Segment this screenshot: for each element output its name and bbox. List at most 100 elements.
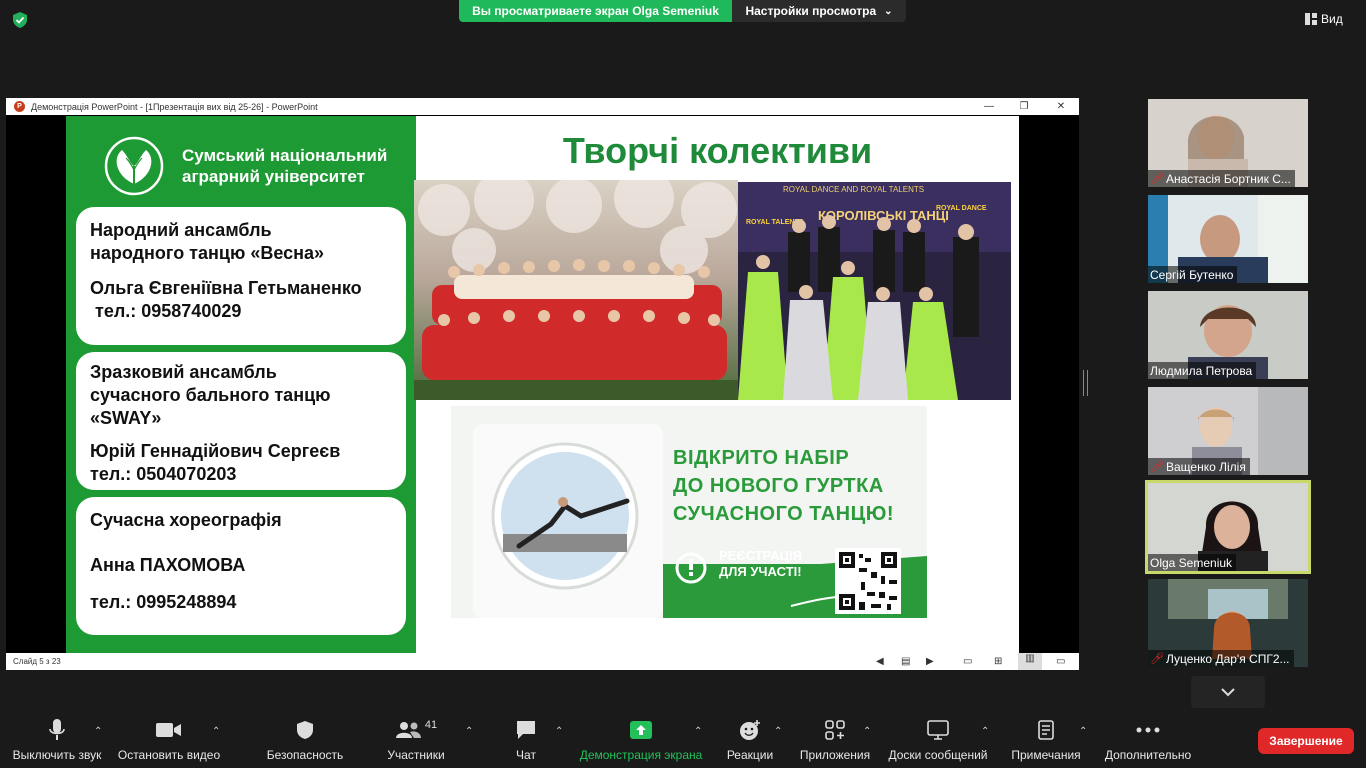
banner-registration-line: ДЛЯ УЧАСТІ! xyxy=(719,564,802,579)
banner-headline-line: ВІДКРИТО НАБІР xyxy=(673,447,850,469)
participants-count: 41 xyxy=(424,719,438,731)
whiteboards-label: Доски сообщений xyxy=(888,748,988,762)
participant-name-label: Сергій Бутенко xyxy=(1150,267,1234,282)
participant-name: Людмила Петрова xyxy=(1148,362,1257,379)
prev-slide-icon[interactable]: ◀ xyxy=(876,656,884,667)
notes-icon xyxy=(1038,720,1054,740)
university-name: Сумський національний аграрний університ… xyxy=(182,145,387,187)
notes-button[interactable]: Примечания xyxy=(1008,712,1084,768)
meeting-toolbar: Выключить звук ⌃ Остановить видео ⌃ Безо… xyxy=(0,712,1366,768)
ensemble-card-modern: Сучасна хореографія Анна ПАХОМОВА тел.: … xyxy=(76,497,406,635)
banner-headline-line: ДО НОВОГО ГУРТКА xyxy=(673,475,884,497)
participants-button[interactable]: 41 Участники xyxy=(384,712,448,768)
close-icon[interactable]: ✕ xyxy=(1046,98,1076,115)
slide-title: Творчі колективи xyxy=(562,130,873,171)
participant-name: 🎤︎ Луценко Дар'я СПГ2... xyxy=(1148,650,1294,667)
microphone-icon xyxy=(49,719,65,740)
chat-button[interactable]: Чат xyxy=(506,712,546,768)
slide-sorter-icon[interactable]: ⊞ xyxy=(994,656,1002,667)
more-dots-icon xyxy=(1136,727,1160,733)
card-phone: тел.: 0504070203 xyxy=(90,464,237,484)
card-title-line: «SWAY» xyxy=(90,408,162,428)
next-slide-icon[interactable]: ▶ xyxy=(926,656,934,667)
card-person: Анна ПАХОМОВА xyxy=(90,555,246,575)
reactions-button[interactable]: Реакции xyxy=(724,712,776,768)
security-button[interactable]: Безопасность xyxy=(262,712,348,768)
view-settings-label: Настройки просмотра xyxy=(745,4,877,18)
participant-tile[interactable]: 🎤︎ Анастасія Бортник С... xyxy=(1148,99,1308,187)
share-screen-button[interactable]: Демонстрация экрана xyxy=(578,712,704,768)
reactions-options-caret-icon[interactable]: ⌃ xyxy=(774,726,782,737)
university-ginkgo-logo xyxy=(104,136,164,196)
video-options-caret-icon[interactable]: ⌃ xyxy=(212,726,220,737)
security-shield-icon[interactable] xyxy=(10,10,30,30)
card-title-line: Народний ансамбль xyxy=(90,220,272,240)
apps-options-caret-icon[interactable]: ⌃ xyxy=(863,726,871,737)
slide-menu-icon[interactable]: ▤ xyxy=(901,656,910,667)
minimize-icon[interactable]: — xyxy=(974,98,1004,115)
mic-muted-icon: 🎤︎ xyxy=(1150,653,1164,665)
card-title-line: Зразковий ансамбль xyxy=(90,362,277,382)
ballroom-ensemble-photo: ROYAL DANCE AND ROYAL TALENTS КОРОЛІВСЬК… xyxy=(738,182,1011,400)
photo-caption-line: ROYAL DANCE xyxy=(936,205,987,212)
view-settings-button[interactable]: Настройки просмотра ⌄ xyxy=(732,0,906,22)
reading-view-icon[interactable]: ▥ xyxy=(1018,653,1042,670)
restore-icon[interactable]: ❐ xyxy=(1009,98,1039,115)
notes-options-caret-icon[interactable]: ⌃ xyxy=(1079,726,1087,737)
recruitment-banner: ВІДКРИТО НАБІР ДО НОВОГО ГУРТКА СУЧАСНОГ… xyxy=(451,406,927,618)
mute-label: Выключить звук xyxy=(12,748,102,762)
participant-tile[interactable]: Людмила Петрова xyxy=(1148,291,1308,379)
share-banner: Вы просматриваете экран Olga Semeniuk xyxy=(459,0,732,22)
whiteboards-button[interactable]: Доски сообщений xyxy=(886,712,990,768)
mic-muted-icon: 🎤︎ xyxy=(1150,173,1164,185)
more-button[interactable]: Дополнительно xyxy=(1102,712,1194,768)
participants-options-caret-icon[interactable]: ⌃ xyxy=(465,726,473,737)
whiteboards-options-caret-icon[interactable]: ⌃ xyxy=(981,726,989,737)
chat-bubble-icon xyxy=(517,721,535,739)
share-screen-icon xyxy=(630,721,652,739)
apps-button[interactable]: Приложения xyxy=(796,712,874,768)
grid-view-icon xyxy=(1305,13,1317,25)
participant-tile-active-speaker[interactable]: Olga Semeniuk xyxy=(1145,480,1311,574)
ppt-titlebar: P Демонстрація PowerPoint - [1Презентаці… xyxy=(6,98,1079,115)
chat-options-caret-icon[interactable]: ⌃ xyxy=(555,726,563,737)
participant-tile[interactable]: 🎤︎ Ващенко Лілія xyxy=(1148,387,1308,475)
view-button[interactable]: Вид xyxy=(1305,9,1355,29)
view-button-label: Вид xyxy=(1321,12,1343,26)
stop-video-button[interactable]: Остановить видео xyxy=(116,712,222,768)
share-options-caret-icon[interactable]: ⌃ xyxy=(694,726,702,737)
mute-button[interactable]: Выключить звук xyxy=(10,712,104,768)
folk-ensemble-photo xyxy=(414,180,738,400)
participant-name-label: Olga Semeniuk xyxy=(1150,555,1233,570)
scroll-participants-down-button[interactable] xyxy=(1191,676,1265,708)
card-title-line: народного танцю «Весна» xyxy=(90,243,325,263)
ppt-statusbar: Слайд 5 з 23 ◀ ▤ ▶ ▭ ⊞ ▥ ▭ xyxy=(6,653,1079,670)
participant-name-label: Луценко Дар'я СПГ2... xyxy=(1166,651,1290,666)
participant-name: 🎤︎ Ващенко Лілія xyxy=(1148,458,1250,475)
powerpoint-icon: P xyxy=(14,101,25,112)
card-title-line: сучасного бального танцю xyxy=(90,385,331,405)
share-label: Демонстрация экрана xyxy=(579,748,703,762)
banner-registration-line: РЕЄСТРАЦІЯ xyxy=(719,548,802,563)
participant-tile[interactable]: 🎤︎ Луценко Дар'я СПГ2... xyxy=(1148,579,1308,667)
participant-name: Сергій Бутенко xyxy=(1148,266,1238,283)
chat-label: Чат xyxy=(516,748,536,762)
participant-tile[interactable]: Сергій Бутенко xyxy=(1148,195,1308,283)
apps-label: Приложения xyxy=(799,748,871,762)
slideshow-icon[interactable]: ▭ xyxy=(1056,656,1065,667)
chevron-down-icon: ⌄ xyxy=(884,5,893,17)
audio-options-caret-icon[interactable]: ⌃ xyxy=(94,726,102,737)
banner-headline: ВІДКРИТО НАБІР ДО НОВОГО ГУРТКА СУЧАСНОГ… xyxy=(673,444,894,528)
reactions-label: Реакции xyxy=(726,748,774,762)
end-meeting-button[interactable]: Завершение xyxy=(1258,728,1354,754)
normal-view-icon[interactable]: ▭ xyxy=(963,656,972,667)
mic-muted-icon: 🎤︎ xyxy=(1150,461,1164,473)
ensemble-card-vesna: Народний ансамбль народного танцю «Весна… xyxy=(76,207,406,345)
participant-name: 🎤︎ Анастасія Бортник С... xyxy=(1148,170,1295,187)
participant-name-label: Людмила Петрова xyxy=(1150,363,1253,378)
video-camera-icon xyxy=(156,723,181,737)
whiteboard-icon xyxy=(927,720,949,740)
banner-registration: РЕЄСТРАЦІЯ ДЛЯ УЧАСТІ! xyxy=(719,548,802,580)
splitter-handle[interactable] xyxy=(1083,370,1088,396)
notes-label: Примечания xyxy=(1011,748,1081,762)
